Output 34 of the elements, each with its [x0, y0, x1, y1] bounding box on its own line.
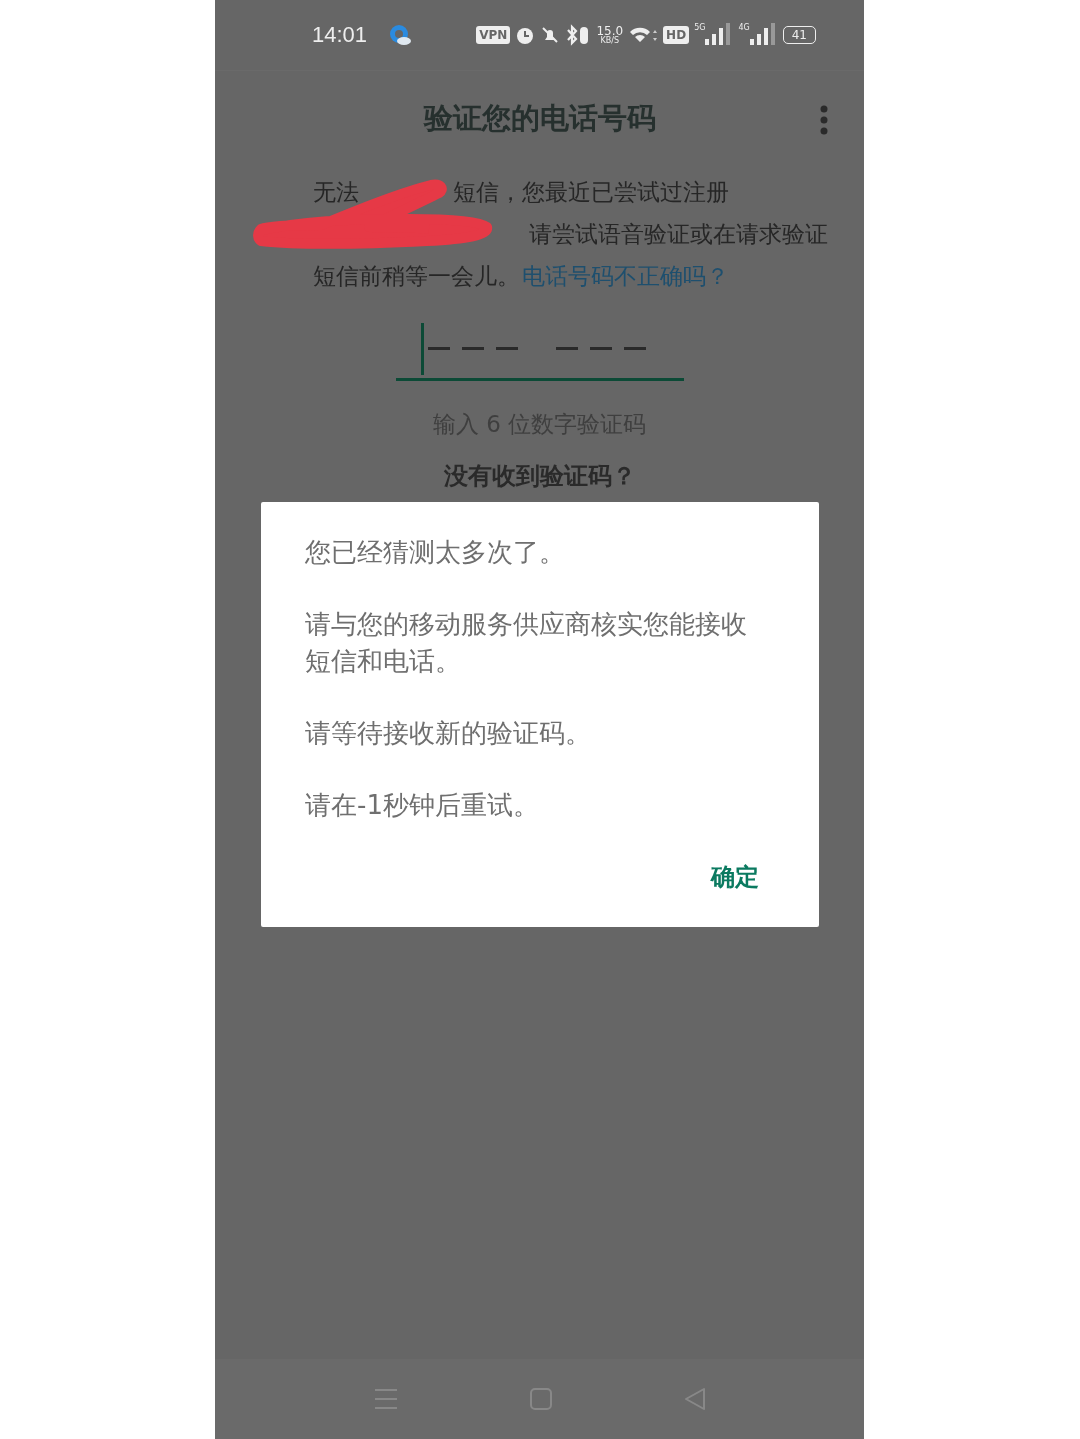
- hd-badge: HD: [663, 26, 690, 44]
- network-type: 4G: [738, 23, 750, 32]
- message-text: 请尝试语音验证或在请求验证: [529, 220, 828, 249]
- digit-slot: [461, 347, 484, 350]
- alarm-clock-icon: [515, 25, 536, 45]
- speed-unit: KB/S: [600, 37, 619, 45]
- digit-slot: [623, 347, 646, 350]
- vpn-badge: VPN: [476, 26, 511, 44]
- network-speed: 15.0: [596, 25, 624, 37]
- message-text: 无法: [313, 178, 359, 207]
- digit-slot: [589, 347, 612, 350]
- menu-icon: [373, 1388, 398, 1410]
- back-triangle-icon: [683, 1387, 706, 1411]
- dialog-message: 请在-1秒钟后重试。: [305, 789, 540, 822]
- battery-indicator: 41: [782, 26, 816, 44]
- message-text: 短信，您最近已尝试过注册: [453, 178, 729, 207]
- dialog-message: 请等待接收新的验证码。: [305, 717, 592, 750]
- more-options-icon: [820, 105, 828, 135]
- digit-slot: [495, 347, 518, 350]
- digit-slot: [555, 347, 578, 350]
- signal-icon: [749, 23, 778, 47]
- message-text: 短信前稍等一会儿。: [313, 262, 520, 291]
- text-cursor: [420, 322, 424, 375]
- ok-button[interactable]: 确定: [701, 859, 769, 895]
- digit-slot: [427, 347, 450, 350]
- screen-title: 验证您的电话号码: [423, 100, 656, 137]
- dialog-message: 请与您的移动服务供应商核实您能接收短信和电话。: [305, 608, 748, 678]
- cloud-app-icon: [389, 24, 412, 46]
- wrong-number-link[interactable]: 电话号码不正确吗？: [522, 255, 729, 297]
- clock-time: 14:01: [312, 22, 368, 48]
- resend-link[interactable]: 没有收到验证码？: [443, 460, 636, 492]
- dialog-message: 您已经猜测太多次了。: [305, 536, 566, 569]
- network-type: 5G: [694, 23, 706, 32]
- home-square-icon: [529, 1388, 552, 1410]
